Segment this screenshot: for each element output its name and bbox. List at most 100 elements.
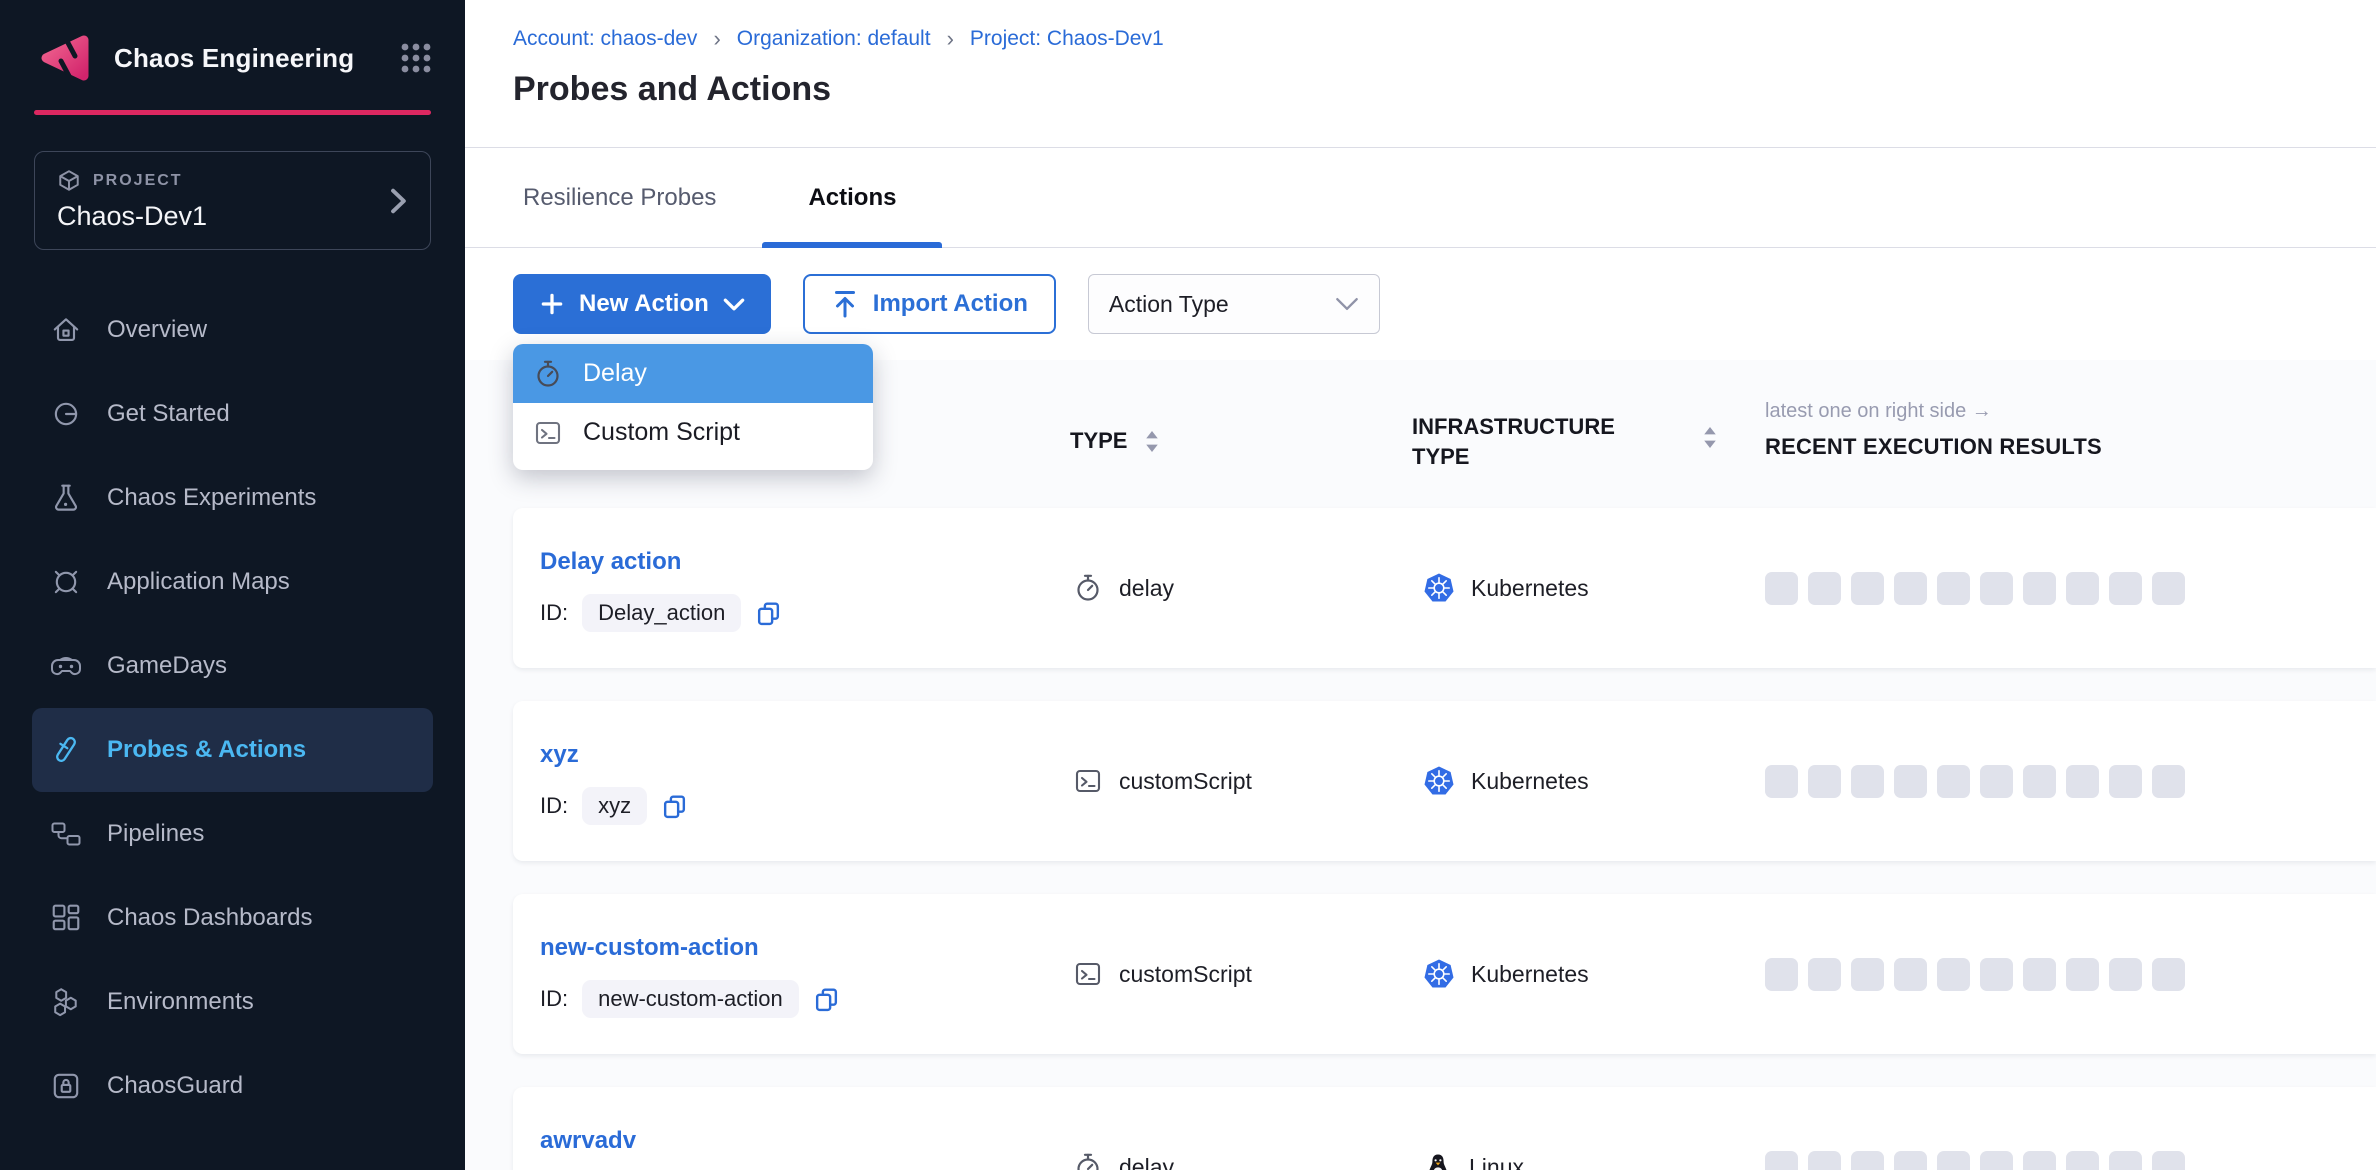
sidebar-item-label: Get Started [107,400,230,428]
action-type-value: delay [1119,575,1174,602]
sidebar-item-label: Chaos Dashboards [107,904,312,932]
lock-icon [50,1070,82,1102]
menu-item-label: Delay [583,359,647,388]
execution-result-placeholder [1851,765,1884,798]
tab-actions[interactable]: Actions [762,148,942,247]
cell-infrastructure: Linux [1423,1152,1765,1170]
brand-title: Chaos Engineering [114,43,354,74]
cell-type: customScript [1073,959,1423,989]
stopwatch-icon [533,359,563,389]
copy-icon[interactable] [661,793,688,820]
execution-result-placeholder [2066,765,2099,798]
new-action-button[interactable]: New Action [513,274,771,334]
action-type-value: delay [1119,1154,1174,1170]
infrastructure-value: Linux [1469,1154,1524,1170]
execution-result-placeholder [1980,1151,2013,1170]
chevron-right-icon [390,188,408,214]
table-row: new-custom-action ID: new-custom-action … [513,894,2376,1054]
sort-icon[interactable] [1703,426,1717,449]
sidebar-item-chaos-experiments[interactable]: Chaos Experiments [0,456,465,540]
page-header: Account: chaos-dev › Organization: default… [465,0,2376,148]
table-row: awrvadv delay Linux [513,1087,2376,1170]
app-grid-icon[interactable] [399,41,433,75]
table-row: Delay action ID: Delay_action delay Kube… [513,508,2376,668]
execution-result-placeholder [2023,958,2056,991]
kubernetes-icon [1423,765,1455,797]
action-id-value: new-custom-action [582,980,799,1018]
column-header-type: TYPE [1070,428,1159,454]
brand-underline [34,110,431,115]
breadcrumb-separator: › [713,26,720,52]
action-type-value: Action Type [1109,291,1229,318]
test-tube-icon [50,734,82,766]
sidebar-item-label: Overview [107,316,207,344]
cell-recent-executions [1765,572,2376,605]
cell-type: delay [1073,1152,1423,1170]
sidebar-item-pipelines[interactable]: Pipelines [0,792,465,876]
tab-resilience-probes[interactable]: Resilience Probes [477,148,762,247]
import-action-button[interactable]: Import Action [803,274,1056,334]
sort-icon[interactable] [1145,430,1159,453]
execution-result-placeholder [1765,765,1798,798]
breadcrumb-link-organization[interactable]: Organization: default [737,27,931,51]
action-name-link[interactable]: awrvadv [540,1127,636,1155]
menu-item-custom-script[interactable]: Custom Script [513,403,873,462]
execution-result-placeholder [1894,1151,1927,1170]
main-content: Account: chaos-dev › Organization: default… [465,0,2376,1170]
action-id-value: Delay_action [582,594,741,632]
cell-infrastructure: Kubernetes [1423,765,1765,797]
execution-result-placeholder [2066,958,2099,991]
cell-recent-executions [1765,1151,2376,1170]
execution-result-placeholder [1851,1151,1884,1170]
column-header-results: RECENT EXECUTION RESULTS [1765,434,2102,460]
execution-result-placeholder [2023,572,2056,605]
execution-result-placeholder [1765,1151,1798,1170]
action-id-row: ID: Delay_action [540,594,1073,632]
infrastructure-value: Kubernetes [1471,575,1589,602]
action-name-link[interactable]: new-custom-action [540,934,759,962]
execution-result-placeholder [1937,765,1970,798]
id-label: ID: [540,793,568,819]
sidebar-item-overview[interactable]: Overview [0,288,465,372]
terminal-icon [1073,766,1103,796]
execution-result-placeholder [2152,572,2185,605]
plus-icon [539,291,565,317]
kubernetes-icon [1423,572,1455,604]
sidebar-item-chaos-dashboards[interactable]: Chaos Dashboards [0,876,465,960]
execution-result-placeholder [1808,572,1841,605]
sidebar-item-environments[interactable]: Environments [0,960,465,1044]
menu-item-label: Custom Script [583,418,740,447]
target-icon [50,566,82,598]
copy-icon[interactable] [813,986,840,1013]
cell-name: new-custom-action ID: new-custom-action [513,894,1073,1018]
linux-icon [1423,1152,1453,1170]
menu-item-delay[interactable]: Delay [513,344,873,403]
execution-result-placeholder [1851,572,1884,605]
pipeline-icon [50,818,82,850]
flask-icon [50,482,82,514]
execution-result-placeholder [1937,958,1970,991]
breadcrumb-link-project[interactable]: Project: Chaos-Dev1 [970,27,1164,51]
sidebar-item-application-maps[interactable]: Application Maps [0,540,465,624]
sidebar-item-probes-actions[interactable]: Probes & Actions [32,708,433,792]
sidebar-item-get-started[interactable]: Get Started [0,372,465,456]
project-selector[interactable]: PROJECT Chaos-Dev1 [34,151,431,250]
table-row: xyz ID: xyz customScript Kubernetes [513,701,2376,861]
copy-icon[interactable] [755,600,782,627]
sidebar-item-chaosguard[interactable]: ChaosGuard [0,1044,465,1128]
stopwatch-icon [1073,573,1103,603]
action-name-link[interactable]: Delay action [540,548,681,576]
breadcrumb-link-account[interactable]: Account: chaos-dev [513,27,697,51]
table-rows: Delay action ID: Delay_action delay Kube… [513,508,2376,1170]
chevron-down-icon [1335,297,1359,311]
execution-result-placeholder [2109,765,2142,798]
action-name-link[interactable]: xyz [540,741,579,769]
sidebar-item-gamedays[interactable]: GameDays [0,624,465,708]
cube-icon [57,169,81,193]
execution-result-placeholder [1765,958,1798,991]
cell-type: delay [1073,573,1423,603]
action-type-value: customScript [1119,961,1252,988]
actions-table: TYPE INFRASTRUCTURE TYPE latest one on r… [465,360,2376,1170]
action-type-select[interactable]: Action Type [1088,274,1380,334]
sidebar-item-label: ChaosGuard [107,1072,243,1100]
